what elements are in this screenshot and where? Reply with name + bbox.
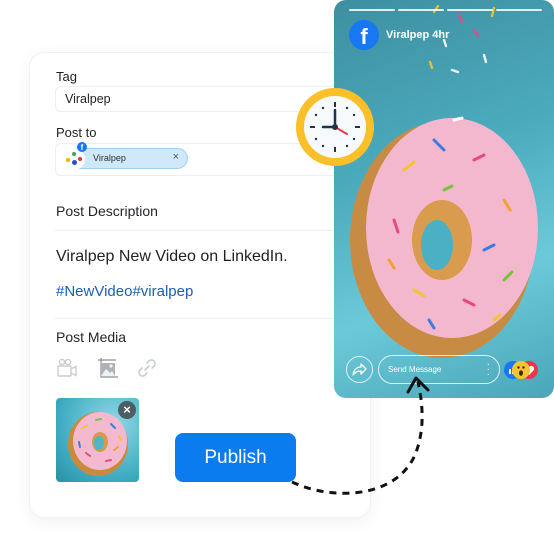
facebook-badge-icon: f [77, 142, 87, 152]
progress-segment [447, 9, 493, 11]
schedule-clock-icon [296, 88, 374, 166]
more-options-icon[interactable]: · · · [487, 360, 490, 380]
remove-account-button[interactable]: × [173, 151, 179, 163]
wow-reaction-icon[interactable] [512, 361, 530, 379]
account-chip-label: Viralpep [93, 153, 126, 163]
image-icon[interactable] [96, 357, 118, 379]
remove-media-button[interactable]: × [118, 401, 136, 419]
divider [55, 230, 360, 231]
progress-segment [496, 9, 542, 11]
post-media-label: Post Media [56, 329, 127, 345]
send-message-input[interactable]: Send Message · · · [378, 355, 500, 384]
story-progress-bar [349, 9, 542, 11]
media-thumbnail[interactable]: × [56, 398, 139, 482]
description-text[interactable]: Viralpep New Video on LinkedIn. [56, 248, 288, 266]
facebook-logo-icon: f [349, 20, 379, 50]
link-icon[interactable] [136, 357, 158, 379]
tag-label: Tag [56, 69, 77, 84]
share-button[interactable] [346, 356, 373, 383]
publish-button[interactable]: Publish [175, 433, 296, 482]
video-camera-icon[interactable] [56, 357, 78, 379]
story-preview: f Viralpep 4hr Send Message · · · [334, 0, 554, 398]
hashtags-text[interactable]: #NewVideo#viralpep [56, 283, 193, 300]
share-icon [352, 363, 367, 376]
media-toolbar [56, 357, 158, 379]
story-user-time: Viralpep 4hr [386, 29, 450, 41]
divider [55, 318, 360, 319]
story-footer: Send Message · · · [334, 352, 554, 388]
post-to-label: Post to [56, 125, 97, 140]
progress-segment [398, 9, 444, 11]
account-chip: f Viralpep × [63, 142, 188, 170]
post-description-label: Post Description [56, 203, 158, 219]
donut-story-image [350, 4, 538, 358]
send-message-placeholder: Send Message [388, 365, 442, 374]
progress-segment [349, 9, 395, 11]
tag-value: Viralpep [65, 92, 111, 106]
